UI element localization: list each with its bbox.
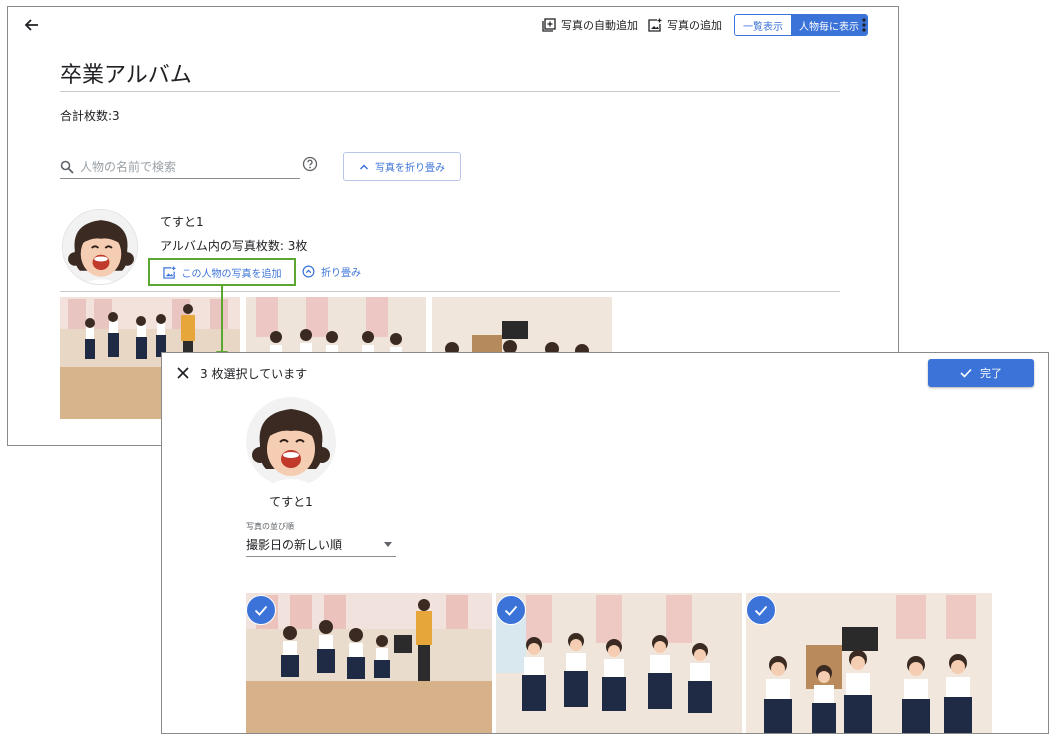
check-icon: [960, 368, 972, 378]
done-button[interactable]: 完了: [928, 359, 1034, 387]
add-photo-label: 写真の追加: [667, 19, 722, 32]
photo-selectable[interactable]: [496, 593, 742, 733]
sort-value: 撮影日の新しい順: [246, 538, 343, 552]
back-arrow-icon[interactable]: [20, 13, 44, 37]
check-icon: [254, 605, 268, 616]
person-name: てすと1: [160, 215, 204, 229]
avatar: [62, 209, 138, 285]
sort-label: 写真の並び順: [246, 522, 294, 531]
page-title: 卒業アルバム: [60, 63, 192, 88]
photo-selectable[interactable]: [246, 593, 492, 733]
auto-add-icon: [542, 18, 556, 32]
done-label: 完了: [980, 367, 1002, 380]
add-person-photo-button[interactable]: この人物の写真を追加: [148, 258, 296, 286]
photo-selectable[interactable]: [746, 593, 992, 733]
person-name: てすと1: [269, 495, 313, 509]
fold-button[interactable]: 折り畳み: [302, 264, 361, 279]
select-photos-dialog: 3 枚選択しています 完了 てすと1 写真の並び順 撮影日の新しい順: [161, 352, 1049, 734]
collapse-all-label: 写真を折り畳み: [375, 163, 445, 174]
total-count: 合計枚数:3: [60, 109, 120, 123]
check-icon: [754, 605, 768, 616]
add-photo-button[interactable]: 写真の追加: [648, 17, 722, 33]
selected-count: 3 枚選択しています: [200, 367, 308, 381]
chevron-up-icon: [359, 163, 369, 170]
collapse-all-button[interactable]: 写真を折り畳み: [343, 152, 461, 181]
fold-label: 折り畳み: [321, 268, 361, 279]
search-input[interactable]: 人物の名前で検索: [60, 155, 300, 179]
view-toggle: 一覧表示 人物毎に表示: [734, 14, 868, 36]
toolbar: 写真の自動追加 写真の追加 一覧表示 人物毎に表示: [542, 13, 868, 37]
avatar: [246, 397, 336, 487]
view-list-button[interactable]: 一覧表示: [735, 15, 791, 35]
divider: [60, 291, 840, 292]
person-photo-count: アルバム内の写真枚数: 3枚: [160, 239, 308, 253]
add-person-photo-label: この人物の写真を追加: [181, 268, 282, 280]
auto-add-label: 写真の自動追加: [561, 19, 638, 32]
divider: [60, 91, 840, 92]
more-vert-icon[interactable]: [858, 15, 870, 35]
selected-check-badge[interactable]: [496, 595, 526, 625]
check-icon: [504, 605, 518, 616]
help-icon[interactable]: [302, 156, 318, 176]
add-photo-icon: [162, 265, 176, 279]
view-person-button[interactable]: 人物毎に表示: [791, 15, 867, 35]
dropdown-arrow-icon: [384, 542, 392, 547]
search-icon: [60, 160, 74, 174]
selected-check-badge[interactable]: [746, 595, 776, 625]
auto-add-button[interactable]: 写真の自動追加: [542, 17, 638, 33]
close-icon[interactable]: [176, 365, 192, 381]
add-photo-icon: [648, 18, 662, 32]
collapse-circle-icon: [302, 265, 315, 278]
search-placeholder: 人物の名前で検索: [80, 160, 177, 174]
selected-check-badge[interactable]: [246, 595, 276, 625]
sort-select[interactable]: 撮影日の新しい順: [246, 533, 396, 557]
